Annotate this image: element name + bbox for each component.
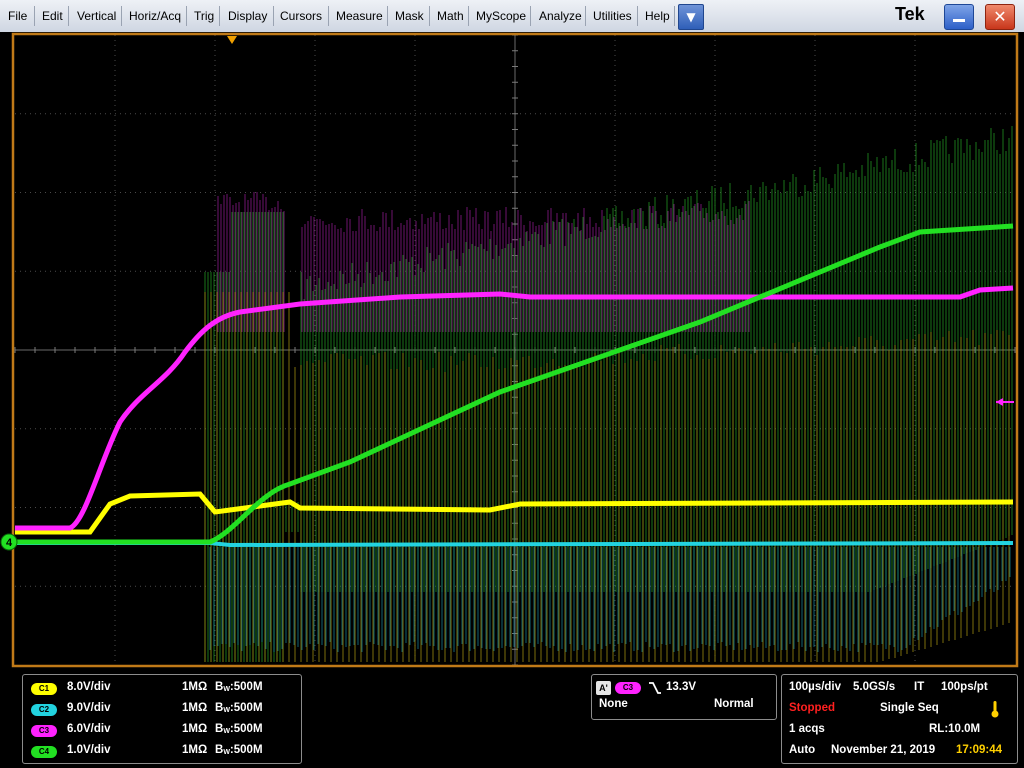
menu-separator [68,6,69,26]
menu-separator [121,6,122,26]
interpolation-label: IT [914,681,925,693]
close-icon: ✕ [993,7,1007,26]
channel-impedance-c1: 1MΩ [182,681,208,693]
menu-separator [637,6,638,26]
menu-mask[interactable]: Mask [395,0,424,32]
acquisition-date: November 21, 2019 [831,744,936,756]
trigger-level: 13.3V [666,681,697,693]
menu-measure[interactable]: Measure [336,0,383,32]
trigger-mode: Normal [714,698,754,710]
channel-scale-c3: 6.0V/div [67,723,111,735]
waveform-display[interactable]: 4 [0,32,1024,668]
channel-scale-c2: 9.0V/div [67,702,111,714]
channel-badge-c4: C4 [31,746,57,758]
menu-display[interactable]: Display [228,0,267,32]
trigger-mode-auto: Auto [789,744,816,756]
channel-scale-c1: 8.0V/div [67,681,111,693]
close-button[interactable]: ✕ [985,4,1015,30]
menu-separator [674,6,675,26]
timebase: 100µs/div [789,681,842,693]
chevron-down-icon: ▼ [686,10,696,24]
trigger-type-badge: A' [596,681,611,695]
channel4-ground-marker[interactable]: 4 [0,533,18,551]
channel-badge-c1: C1 [31,683,57,695]
acquisition-time: 17:09:44 [956,744,1003,756]
record-length: RL:10.0M [929,723,981,735]
minimize-button[interactable] [944,4,974,30]
menu-separator [387,6,388,26]
menu-file[interactable]: File [8,0,27,32]
menu-dropdown-button[interactable]: ▼ [678,4,704,30]
channel-bandwidth-c4: BW:500M [215,744,263,757]
channel4-ground-label: 4 [6,537,13,549]
menu-separator [219,6,220,26]
acquisition-count: 1 acqs [789,723,825,735]
menu-separator [530,6,531,26]
sequence-mode: Single Seq [880,702,939,714]
menu-separator [429,6,430,26]
menu-horiz-acq[interactable]: Horiz/Acq [129,0,181,32]
menu-separator [468,6,469,26]
menu-separator [585,6,586,26]
menu-cursors[interactable]: Cursors [280,0,322,32]
channel-bandwidth-c1: BW:500M [215,681,263,694]
tek-logo: Tek [895,4,925,24]
thermometer-icon [991,701,999,718]
menu-separator [328,6,329,26]
menu-edit[interactable]: Edit [42,0,63,32]
falling-edge-icon [649,682,661,694]
menu-separator [34,6,35,26]
channel-bandwidth-c2: BW:500M [215,702,263,715]
status-panel: C1 8.0V/div 1MΩ BW:500M C2 9.0V/div 1MΩ … [0,668,1024,768]
minimize-icon [953,19,965,22]
channel-impedance-c4: 1MΩ [182,744,208,756]
channel-impedance-c2: 1MΩ [182,702,208,714]
menu-trig[interactable]: Trig [194,0,214,32]
time-resolution: 100ps/pt [941,681,988,693]
trigger-coupling: None [599,698,628,710]
menu-separator [186,6,187,26]
channel2-burst-envelope [209,547,1011,652]
sample-rate: 5.0GS/s [853,681,896,693]
menu-utilities[interactable]: Utilities [593,0,632,32]
menu-help[interactable]: Help [645,0,670,32]
menu-bar: File Edit Vertical Horiz/Acq Trig Displa… [0,0,1024,33]
menu-vertical[interactable]: Vertical [77,0,116,32]
channel-scale-c4: 1.0V/div [67,744,111,756]
channel-badge-c2: C2 [31,704,57,716]
acquisition-state: Stopped [789,702,835,714]
channel-badge-c3: C3 [31,725,57,737]
trigger-source-badge: C3 [615,682,641,694]
channel-impedance-c3: 1MΩ [182,723,208,735]
menu-separator [273,6,274,26]
channel-bandwidth-c3: BW:500M [215,723,263,736]
menu-myscope[interactable]: MyScope [476,0,526,32]
menu-analyze[interactable]: Analyze [539,0,582,32]
menu-math[interactable]: Math [437,0,464,32]
